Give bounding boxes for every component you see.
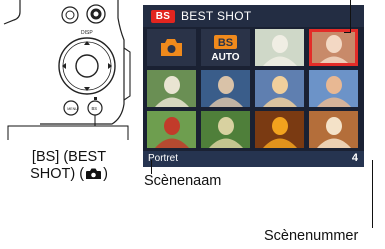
bs-button-label-line1: [BS] (BEST [31, 149, 107, 165]
disp-label: DISP [81, 30, 93, 36]
scene-cell-8[interactable] [309, 70, 358, 107]
scene-cell-6[interactable] [201, 70, 250, 107]
scene-name-label: Scènenaam [144, 173, 222, 189]
bs-auto-cell[interactable]: BS AUTO [201, 29, 250, 66]
selected-scene-leader-line [350, 0, 351, 33]
camera-icon-cell[interactable] [147, 29, 196, 66]
svg-text:BS: BS [218, 37, 233, 49]
scene-cell-11[interactable] [255, 111, 304, 148]
bs-button-label-line2: SHOT) ( ) [0, 166, 138, 185]
svg-text:AUTO: AUTO [211, 52, 239, 63]
bs-button-label: [BS] (BEST SHOT) ( ) [0, 149, 138, 185]
scene-number: 4 [351, 152, 358, 164]
scene-number-leader-line [372, 160, 373, 228]
screen-footer: Portret 4 [143, 151, 364, 167]
scene-name-leader-line [151, 160, 152, 174]
svg-text:MENU: MENU [67, 107, 78, 111]
record-button[interactable] [86, 4, 106, 24]
bs-button[interactable]: BS [87, 97, 103, 116]
best-shot-screen: BS BEST SHOT BS AUTO Portret 4 [143, 5, 364, 167]
selected-scene-leader-tick [344, 32, 351, 33]
scene-cell-12[interactable] [309, 111, 358, 148]
screen-header: BS BEST SHOT [143, 5, 364, 27]
menu-button[interactable]: MENU [63, 100, 79, 116]
scene-number-label: Scènenummer [264, 228, 359, 244]
bs-badge: BS [151, 9, 175, 23]
scene-cell-3[interactable] [255, 29, 304, 66]
playback-button[interactable] [61, 6, 79, 24]
svg-text:BS: BS [92, 106, 98, 111]
scene-cell-portrait[interactable] [309, 29, 358, 66]
scene-cell-9[interactable] [147, 111, 196, 148]
scene-name: Portret [148, 153, 179, 164]
scene-cell-5[interactable] [147, 70, 196, 107]
camera-back-illustration: DISP MENU BS [0, 0, 138, 146]
screen-title: BEST SHOT [181, 9, 252, 23]
scene-cell-7[interactable] [255, 70, 304, 107]
set-button [75, 54, 99, 78]
scene-cell-10[interactable] [201, 111, 250, 148]
camera-icon [85, 167, 102, 185]
scene-grid: BS AUTO [145, 29, 362, 167]
control-dial[interactable] [58, 37, 116, 95]
